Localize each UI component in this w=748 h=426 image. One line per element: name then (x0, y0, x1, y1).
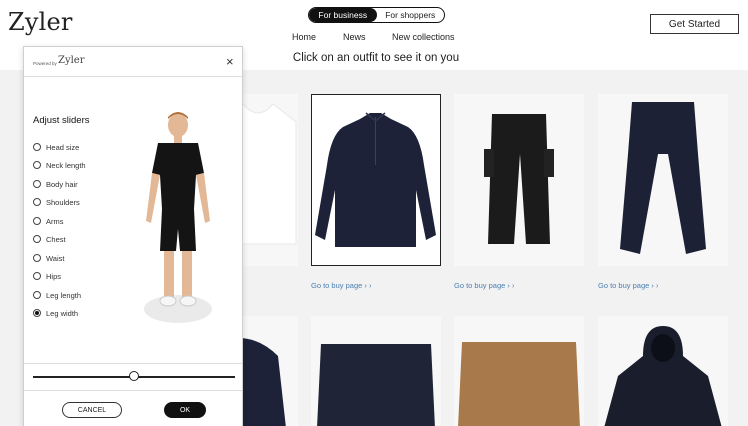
navy-shorts-image (317, 344, 435, 426)
black-cargo-image (484, 114, 554, 244)
option-label: Leg width (46, 308, 79, 318)
option-shoulders[interactable]: Shoulders (33, 196, 80, 208)
toggle-for-business[interactable]: For business (309, 8, 377, 22)
modal-header: Powered by Zyler × (24, 47, 242, 77)
cancel-button[interactable]: CANCEL (62, 402, 122, 418)
radio-icon[interactable] (33, 161, 41, 169)
ok-button[interactable]: OK (164, 402, 206, 418)
option-waist[interactable]: Waist (33, 252, 64, 264)
option-label: Shoulders (46, 197, 80, 207)
tan-shorts-image (458, 342, 580, 426)
option-label: Arms (46, 216, 64, 226)
get-started-button[interactable]: Get Started (650, 14, 739, 34)
nav-home[interactable]: Home (292, 32, 316, 42)
toggle-for-shoppers[interactable]: For shoppers (377, 8, 445, 22)
option-label: Hips (46, 271, 62, 281)
divider (24, 390, 242, 391)
option-label: Waist (46, 253, 65, 263)
option-leg-length[interactable]: Leg length (33, 289, 81, 301)
product-card-navy-hoodie[interactable] (598, 316, 728, 426)
option-body-hair[interactable]: Body hair (33, 178, 78, 190)
buy-page-link[interactable]: Go to buy page › › (311, 281, 371, 290)
option-head-size[interactable]: Head size (33, 141, 79, 153)
option-chest[interactable]: Chest (33, 233, 66, 245)
zyler-logo: Zyler (58, 55, 85, 66)
product-card-navy-shorts[interactable] (311, 316, 441, 426)
option-label: Leg length (46, 290, 82, 300)
avatar-model (144, 112, 212, 323)
radio-icon[interactable] (33, 180, 41, 188)
adjust-sliders-modal: Powered by Zyler × Adjust sliders Head s… (23, 46, 243, 426)
buy-page-link[interactable]: Go to buy page › › (454, 281, 514, 290)
option-arms[interactable]: Arms (33, 215, 64, 227)
option-label: Body hair (46, 179, 78, 189)
radio-icon[interactable] (33, 198, 41, 206)
radio-checked-icon[interactable] (33, 309, 41, 317)
product-card-navy-joggers[interactable] (598, 94, 728, 266)
main-nav: Home News New collections (0, 32, 748, 46)
navy-sweater-image (315, 112, 436, 247)
adjust-sliders-title: Adjust sliders (33, 115, 90, 126)
radio-icon[interactable] (33, 143, 41, 151)
nav-news[interactable]: News (343, 32, 366, 42)
product-card-tan-shorts[interactable] (454, 316, 584, 426)
radio-icon[interactable] (33, 272, 41, 280)
option-hips[interactable]: Hips (33, 270, 61, 282)
audience-toggle[interactable]: For business For shoppers (308, 7, 445, 23)
nav-new-collections[interactable]: New collections (392, 32, 455, 42)
close-icon[interactable]: × (226, 54, 234, 69)
radio-icon[interactable] (33, 235, 41, 243)
option-label: Neck length (46, 160, 86, 170)
product-card-black-cargo[interactable] (454, 94, 584, 266)
radio-icon[interactable] (33, 217, 41, 225)
buy-page-link[interactable]: Go to buy page › › (598, 281, 658, 290)
powered-by-label: Powered by (33, 61, 57, 66)
option-leg-width[interactable]: Leg width (33, 307, 78, 319)
option-neck-length[interactable]: Neck length (33, 159, 86, 171)
radio-icon[interactable] (33, 254, 41, 262)
slider-handle[interactable] (129, 371, 139, 381)
option-label: Head size (46, 142, 80, 152)
navy-joggers-image (620, 102, 706, 254)
radio-icon[interactable] (33, 291, 41, 299)
product-card-navy-sweater[interactable] (311, 94, 441, 266)
navy-hoodie-image (604, 326, 722, 426)
divider (24, 363, 242, 364)
option-label: Chest (46, 234, 66, 244)
